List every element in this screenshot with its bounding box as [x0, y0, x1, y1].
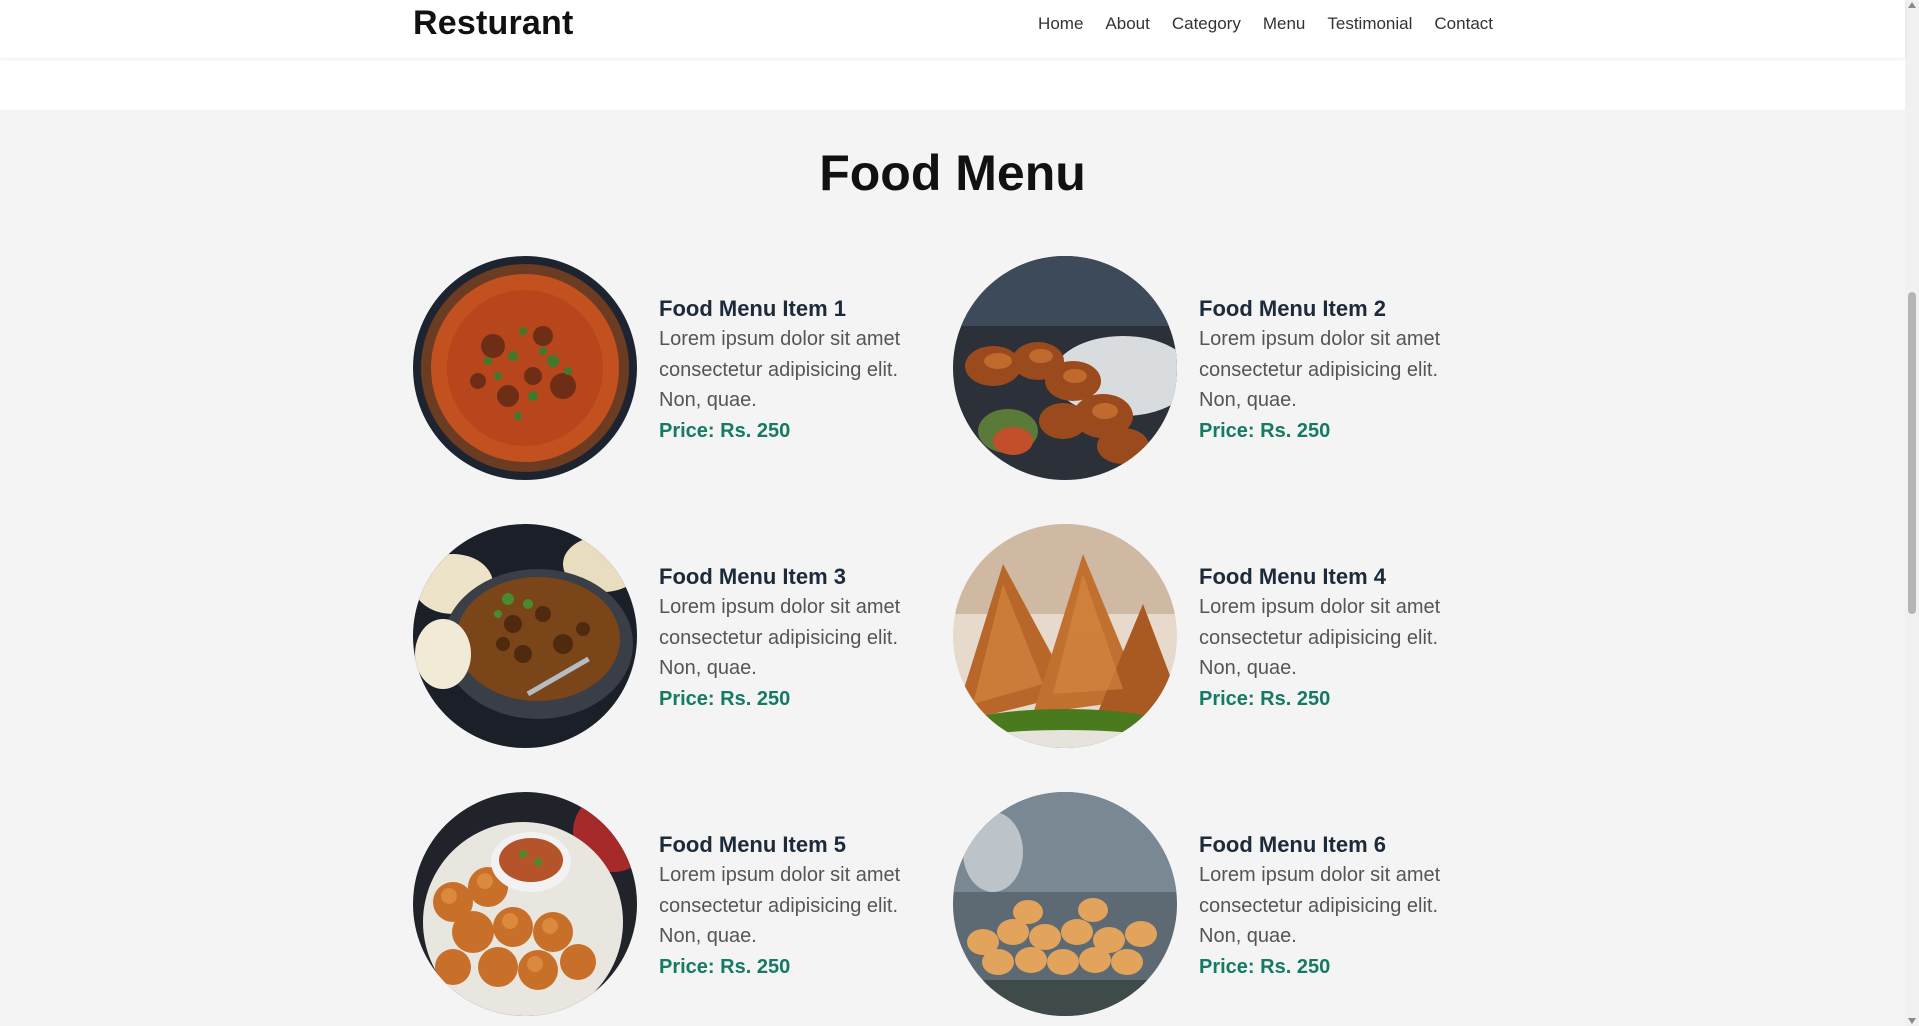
fried-patties-image: [953, 256, 1177, 480]
menu-item-text: Food Menu Item 2 Lorem ipsum dolor sit a…: [1199, 294, 1479, 446]
pav-bhaji-image: [413, 792, 637, 1016]
menu-item-description: Lorem ipsum dolor sit amet consectetur a…: [1199, 328, 1441, 411]
nav-link-home[interactable]: Home: [1038, 14, 1083, 34]
scroll-up-arrow-icon[interactable]: [1908, 2, 1916, 8]
navbar: Resturant Home About Category Menu Testi…: [0, 0, 1905, 58]
menu-item-price: Price: Rs. 250: [1199, 687, 1331, 710]
nav-link-testimonial[interactable]: Testimonial: [1327, 14, 1412, 34]
curry-pan-image: [413, 524, 637, 748]
menu-item-price: Price: Rs. 250: [1199, 419, 1331, 442]
nav-links: Home About Category Menu Testimonial Con…: [1038, 14, 1493, 34]
food-menu-section: Food Menu Food Menu Item 1 Lorem ipsum d…: [0, 110, 1905, 1026]
menu-item-text: Food Menu Item 1 Lorem ipsum dolor sit a…: [659, 294, 939, 446]
scrollbar-thumb[interactable]: [1908, 292, 1916, 614]
vertical-scrollbar[interactable]: [1905, 0, 1919, 1026]
menu-item-price: Price: Rs. 250: [1199, 955, 1331, 978]
menu-item-price: Price: Rs. 250: [659, 955, 791, 978]
menu-item-6: Food Menu Item 6 Lorem ipsum dolor sit a…: [953, 792, 1473, 1017]
menu-item-1: Food Menu Item 1 Lorem ipsum dolor sit a…: [413, 256, 933, 481]
menu-item-title: Food Menu Item 4: [1199, 564, 1386, 589]
pani-puri-image: [953, 792, 1177, 1016]
menu-item-title: Food Menu Item 1: [659, 296, 846, 321]
menu-item-text: Food Menu Item 6 Lorem ipsum dolor sit a…: [1199, 830, 1479, 982]
menu-item-text: Food Menu Item 3 Lorem ipsum dolor sit a…: [659, 562, 939, 714]
menu-item-text: Food Menu Item 4 Lorem ipsum dolor sit a…: [1199, 562, 1479, 714]
menu-item-title: Food Menu Item 3: [659, 564, 846, 589]
nav-link-contact[interactable]: Contact: [1434, 14, 1493, 34]
menu-item-title: Food Menu Item 6: [1199, 832, 1386, 857]
scroll-down-arrow-icon[interactable]: [1908, 1018, 1916, 1024]
section-title: Food Menu: [819, 145, 1086, 201]
menu-item-description: Lorem ipsum dolor sit amet consectetur a…: [659, 864, 901, 947]
menu-item-description: Lorem ipsum dolor sit amet consectetur a…: [659, 596, 901, 679]
menu-item-2: Food Menu Item 2 Lorem ipsum dolor sit a…: [953, 256, 1473, 481]
nav-link-menu[interactable]: Menu: [1263, 14, 1306, 34]
menu-item-text: Food Menu Item 5 Lorem ipsum dolor sit a…: [659, 830, 939, 982]
nav-link-category[interactable]: Category: [1172, 14, 1241, 34]
menu-item-4: Food Menu Item 4 Lorem ipsum dolor sit a…: [953, 524, 1473, 749]
menu-item-description: Lorem ipsum dolor sit amet consectetur a…: [659, 328, 901, 411]
menu-item-description: Lorem ipsum dolor sit amet consectetur a…: [1199, 864, 1441, 947]
menu-item-title: Food Menu Item 2: [1199, 296, 1386, 321]
curry-bowl-image: [413, 256, 637, 480]
menu-item-description: Lorem ipsum dolor sit amet consectetur a…: [1199, 596, 1441, 679]
brand-logo-text[interactable]: Resturant: [413, 4, 574, 43]
menu-item-price: Price: Rs. 250: [659, 419, 791, 442]
nav-link-about[interactable]: About: [1105, 14, 1149, 34]
samosa-image: [953, 524, 1177, 748]
menu-item-title: Food Menu Item 5: [659, 832, 846, 857]
menu-item-5: Food Menu Item 5 Lorem ipsum dolor sit a…: [413, 792, 933, 1017]
menu-item-3: Food Menu Item 3 Lorem ipsum dolor sit a…: [413, 524, 933, 749]
menu-item-price: Price: Rs. 250: [659, 687, 791, 710]
